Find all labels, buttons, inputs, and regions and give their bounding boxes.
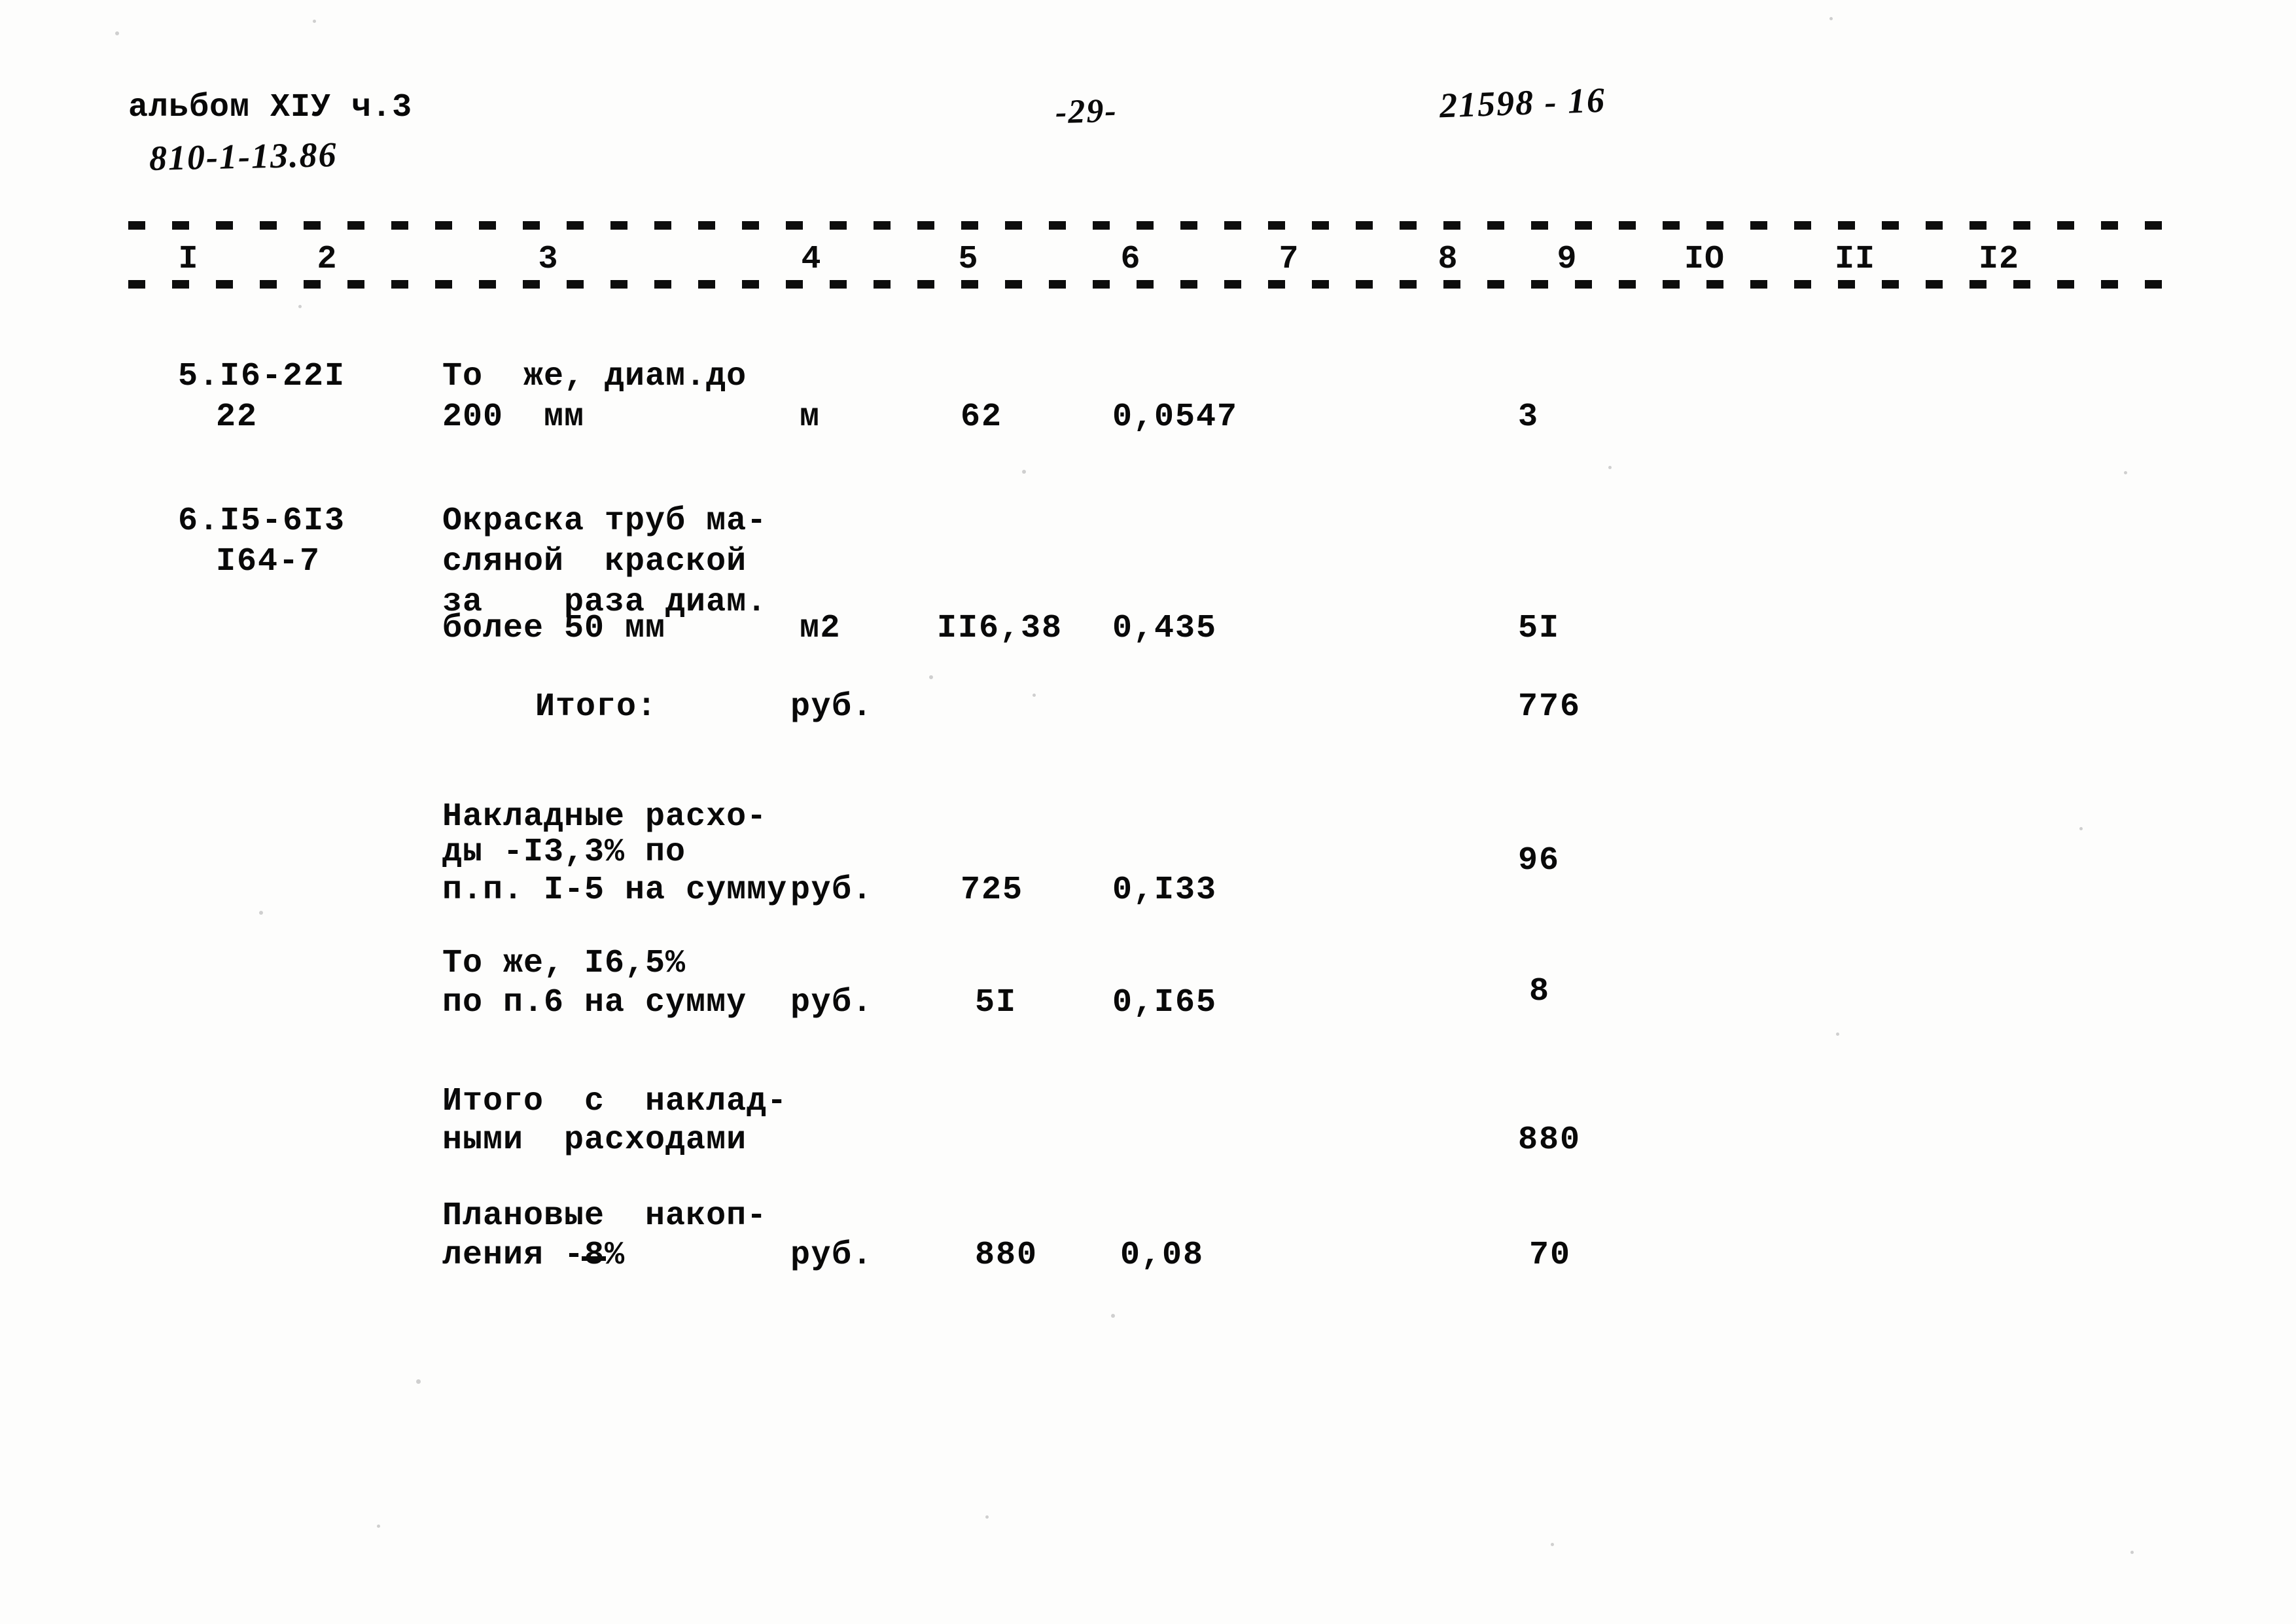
scanned-document-page: альбом XIУ ч.3 810-1-13.86 -29- 21598 - …: [0, 0, 2296, 1624]
table-row-rate: 0,435: [1112, 610, 1218, 647]
table-rule-bottom: [128, 280, 2163, 289]
column-header-2: 2: [317, 241, 338, 278]
scan-speck: [298, 305, 302, 308]
table-row: 5.I6-22I: [178, 358, 346, 395]
table-row: 6.I5-6I3: [178, 503, 346, 540]
summary-row-label-2: по п.6 на сумму: [442, 984, 747, 1021]
column-header-8: 8: [1438, 241, 1458, 278]
column-header-11: II: [1834, 241, 1875, 278]
table-row-description-2: 200 мм: [442, 398, 585, 436]
summary-row-unit: руб.: [790, 688, 874, 726]
summary-row-quantity: 5I: [975, 984, 1017, 1021]
column-header-5: 5: [958, 241, 979, 278]
summary-row-label-2-pre: ления -: [442, 1237, 585, 1274]
summary-row-rate: 0,I65: [1112, 984, 1218, 1021]
scan-speck: [115, 31, 119, 35]
scan-speck: [1551, 1543, 1554, 1546]
scan-speck: [1033, 694, 1036, 697]
table-row-unit: м2: [800, 610, 841, 647]
summary-row-unit: руб.: [790, 872, 874, 909]
column-header-3: 3: [538, 241, 559, 278]
table-row-description: То же, диам.до: [442, 358, 747, 395]
summary-row-label-2-struck-value: 8: [582, 1235, 607, 1276]
scan-speck: [2130, 1551, 2134, 1554]
summary-row-label-3: п.п. I-5 на сумму: [442, 872, 788, 909]
page-number-handwritten: -29-: [1055, 92, 1118, 132]
table-row-code-sub: I64-7: [216, 543, 321, 580]
table-row-amount: 5I: [1518, 610, 1561, 647]
summary-row-quantity: 725: [961, 872, 1024, 909]
table-rule-top: [128, 221, 2163, 230]
scan-speck: [259, 911, 263, 915]
scan-speck: [929, 675, 933, 679]
column-header-9: 9: [1557, 241, 1578, 278]
table-row-code-sub: 22: [216, 398, 258, 436]
table-row-description: Окраска труб ма-: [442, 503, 768, 540]
scan-speck: [1022, 470, 1026, 474]
scan-speck: [2079, 827, 2083, 830]
summary-row-label-2: ды -I3,3% по: [442, 834, 686, 871]
summary-row-label: Итого с наклад-: [442, 1083, 788, 1120]
summary-row-rate: 0,I33: [1112, 872, 1218, 909]
column-header-10: IO: [1684, 241, 1725, 278]
table-row-quantity: 62: [961, 398, 1003, 436]
column-header-4: 4: [801, 241, 822, 278]
summary-row-quantity: 880: [975, 1237, 1038, 1274]
summary-row-label-2: ными расходами: [442, 1121, 747, 1159]
table-row-rate: 0,0547: [1112, 398, 1239, 436]
project-code-handwritten: 810-1-13.86: [149, 134, 338, 179]
scan-speck: [416, 1379, 421, 1384]
scan-speck: [1829, 17, 1833, 20]
scan-speck: [1111, 1314, 1115, 1318]
summary-row-label-2-post: %: [605, 1237, 626, 1274]
summary-row-label: Плановые накоп-: [442, 1197, 768, 1235]
summary-row-amount: 776: [1518, 688, 1581, 726]
column-header-6: 6: [1120, 241, 1141, 278]
column-header-7: 7: [1279, 241, 1299, 278]
scan-speck: [2124, 471, 2127, 474]
table-row-unit: м: [800, 398, 821, 436]
scan-speck: [1608, 466, 1612, 469]
summary-row-unit: руб.: [790, 984, 874, 1021]
table-row-description-4: более 50 мм: [442, 610, 666, 647]
scan-speck: [1836, 1033, 1839, 1036]
summary-row-label-2: ления -8%: [442, 1235, 625, 1276]
table-row-quantity: II6,38: [937, 610, 1063, 647]
table-row-amount: 3: [1518, 398, 1540, 436]
summary-row-rate: 0,08: [1120, 1237, 1205, 1274]
summary-row-unit: руб.: [790, 1237, 874, 1274]
summary-row-amount: 70: [1529, 1237, 1572, 1274]
scan-speck: [377, 1525, 380, 1528]
column-header-1: I: [178, 241, 199, 278]
album-designation: альбом XIУ ч.3: [128, 89, 413, 126]
table-row-description-2: сляной краской: [442, 543, 747, 580]
column-header-12: I2: [1978, 241, 2019, 278]
summary-row-amount: 96: [1518, 842, 1561, 879]
summary-row-label: Итого:: [535, 688, 658, 726]
document-code-handwritten: 21598 - 16: [1439, 80, 1606, 126]
summary-row-label: Накладные расхо-: [442, 798, 768, 836]
summary-row-label: То же, I6,5%: [442, 945, 686, 982]
summary-row-amount: 8: [1529, 973, 1551, 1010]
scan-speck: [313, 20, 316, 23]
summary-row-amount: 880: [1518, 1121, 1581, 1159]
scan-speck: [985, 1515, 989, 1519]
